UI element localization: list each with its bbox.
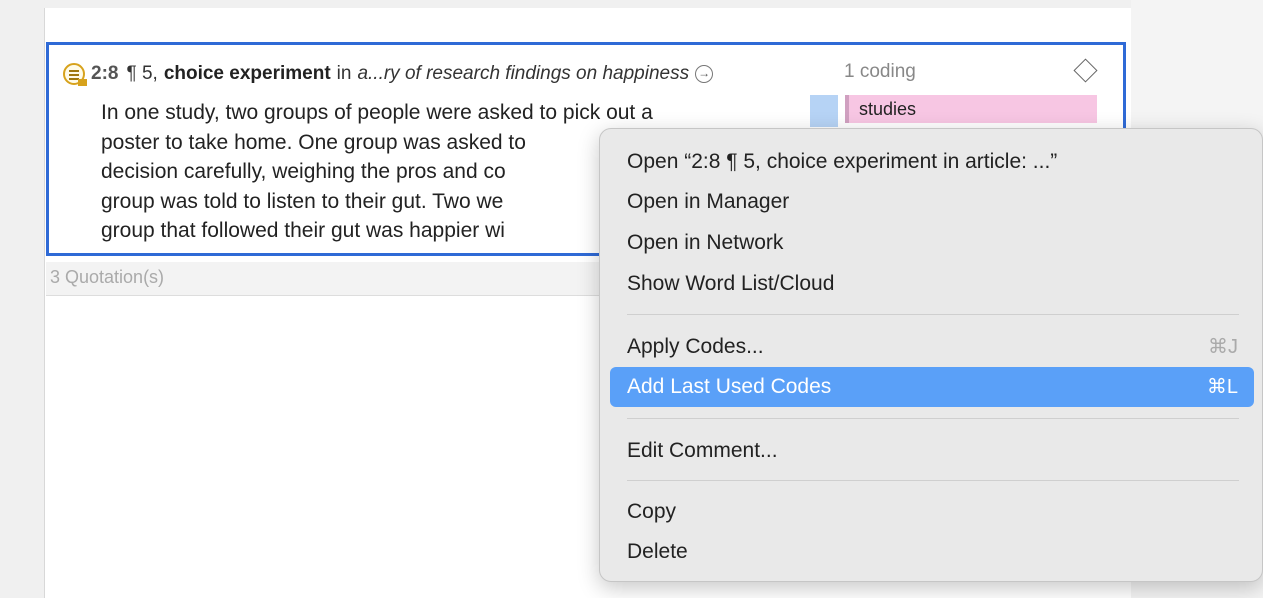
go-to-document-icon[interactable]: → bbox=[695, 65, 714, 83]
menu-item-open[interactable]: Open “2:8 ¶ 5, choice experiment in arti… bbox=[610, 142, 1254, 182]
menu-item-show-word-list[interactable]: Show Word List/Cloud bbox=[610, 264, 1254, 304]
quotation-header: 2:8 ¶ 5, choice experiment in a...ry of … bbox=[63, 61, 714, 87]
menu-item-label: Copy bbox=[627, 500, 677, 523]
menu-item-label: Open in Manager bbox=[627, 190, 790, 213]
code-tag-studies[interactable]: studies bbox=[845, 95, 1097, 123]
code-margin-swatch bbox=[810, 95, 838, 127]
quotation-count: 3 Quotation(s) bbox=[50, 267, 165, 287]
menu-item-shortcut: ⌘J bbox=[1208, 336, 1238, 358]
menu-separator bbox=[627, 314, 1239, 315]
menu-item-label: Open “2:8 ¶ 5, choice experiment in arti… bbox=[627, 150, 1058, 173]
menu-item-open-in-manager[interactable]: Open in Manager bbox=[610, 182, 1254, 222]
menu-item-shortcut: ⌘L bbox=[1206, 376, 1238, 398]
menu-item-label: Add Last Used Codes bbox=[627, 375, 832, 398]
diamond-icon[interactable] bbox=[1073, 58, 1098, 83]
quotation-id: 2:8 bbox=[91, 63, 119, 84]
menu-separator bbox=[627, 418, 1239, 419]
context-menu: Open “2:8 ¶ 5, choice experiment in arti… bbox=[599, 128, 1263, 582]
quotation-in-label: in bbox=[336, 63, 352, 84]
menu-item-label: Apply Codes... bbox=[627, 335, 764, 358]
quotation-name: choice experiment bbox=[163, 63, 331, 84]
menu-item-label: Edit Comment... bbox=[627, 439, 778, 462]
coding-count: 1 coding bbox=[844, 61, 916, 82]
menu-item-label: Show Word List/Cloud bbox=[627, 272, 835, 295]
menu-item-open-in-network[interactable]: Open in Network bbox=[610, 223, 1254, 263]
menu-item-label: Delete bbox=[627, 540, 688, 563]
menu-item-apply-codes[interactable]: Apply Codes... ⌘J bbox=[610, 327, 1254, 367]
menu-item-copy[interactable]: Copy bbox=[610, 492, 1254, 532]
menu-item-delete[interactable]: Delete bbox=[610, 532, 1254, 572]
quotation-icon bbox=[63, 63, 87, 86]
quotation-location: ¶ 5, bbox=[126, 63, 158, 84]
menu-separator bbox=[627, 480, 1239, 481]
quotation-document[interactable]: a...ry of research findings on happiness bbox=[357, 63, 689, 85]
menu-item-label: Open in Network bbox=[627, 231, 784, 254]
menu-item-edit-comment[interactable]: Edit Comment... bbox=[610, 431, 1254, 471]
quotation-text-line: In one study, two groups of people were … bbox=[101, 101, 653, 124]
menu-item-add-last-used-codes[interactable]: Add Last Used Codes ⌘L bbox=[610, 367, 1254, 407]
